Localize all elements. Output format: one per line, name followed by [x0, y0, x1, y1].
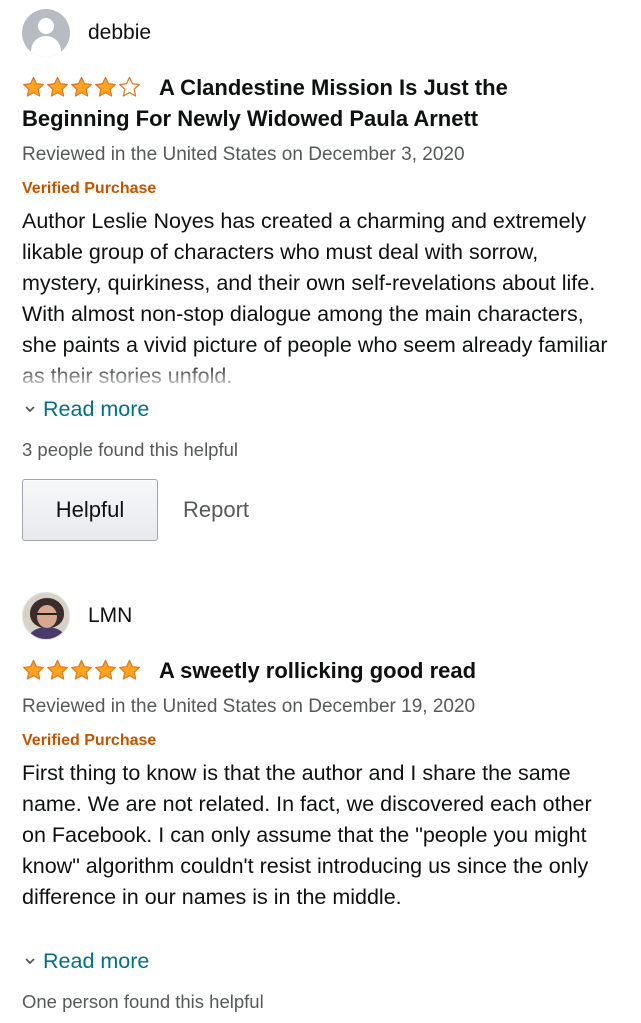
- verified-purchase-badge: Verified Purchase: [22, 180, 157, 197]
- star-rating: [22, 659, 142, 681]
- report-link[interactable]: Report: [183, 497, 249, 523]
- reviewer-name[interactable]: LMN: [88, 604, 132, 628]
- review-date: Reviewed in the United States on Decembe…: [22, 696, 476, 717]
- review-actions: Helpful Report: [22, 479, 619, 541]
- star-icon: [119, 659, 140, 680]
- read-more-link[interactable]: Read more: [22, 944, 619, 978]
- helpful-button[interactable]: Helpful: [22, 479, 158, 541]
- review-title-row[interactable]: A sweetly rollicking good read: [22, 655, 619, 686]
- review-separator: [0, 541, 641, 591]
- chevron-down-icon: [25, 406, 35, 413]
- review-date: Reviewed in the United States on Decembe…: [22, 144, 465, 165]
- review-body: First thing to know is that the author a…: [22, 758, 619, 944]
- helpful-count: 3 people found this helpful: [22, 439, 239, 460]
- star-rating: [22, 76, 142, 98]
- chevron-down-icon: [25, 958, 35, 965]
- star-icon: [47, 659, 68, 680]
- star-icon: [71, 76, 92, 97]
- star-icon: [119, 76, 140, 97]
- helpful-count: One person found this helpful: [22, 991, 264, 1012]
- reviewer-avatar: [22, 592, 70, 640]
- reviewer-profile[interactable]: debbie: [22, 8, 619, 58]
- default-avatar-icon: [22, 9, 70, 57]
- read-more-label[interactable]: Read more: [43, 397, 149, 422]
- star-icon: [23, 76, 44, 97]
- review-body: Author Leslie Noyes has created a charmi…: [22, 206, 619, 392]
- review-title[interactable]: A sweetly rollicking good read: [159, 658, 476, 683]
- star-icon: [95, 76, 116, 97]
- star-icon: [47, 76, 68, 97]
- review-card: debbie A Clandestine Mission Is Just the…: [0, 0, 641, 541]
- verified-purchase-badge: Verified Purchase: [22, 732, 157, 749]
- star-icon: [23, 659, 44, 680]
- review-title-row[interactable]: A Clandestine Mission Is Just the Beginn…: [22, 72, 619, 134]
- read-more-link[interactable]: Read more: [22, 392, 619, 426]
- star-icon: [95, 659, 116, 680]
- reviewer-profile[interactable]: LMN: [22, 591, 619, 641]
- read-more-label[interactable]: Read more: [43, 949, 149, 974]
- reviewer-name[interactable]: debbie: [88, 21, 151, 45]
- review-card: LMN A sweetly rollicking good read Revie…: [0, 591, 641, 1016]
- star-icon: [71, 659, 92, 680]
